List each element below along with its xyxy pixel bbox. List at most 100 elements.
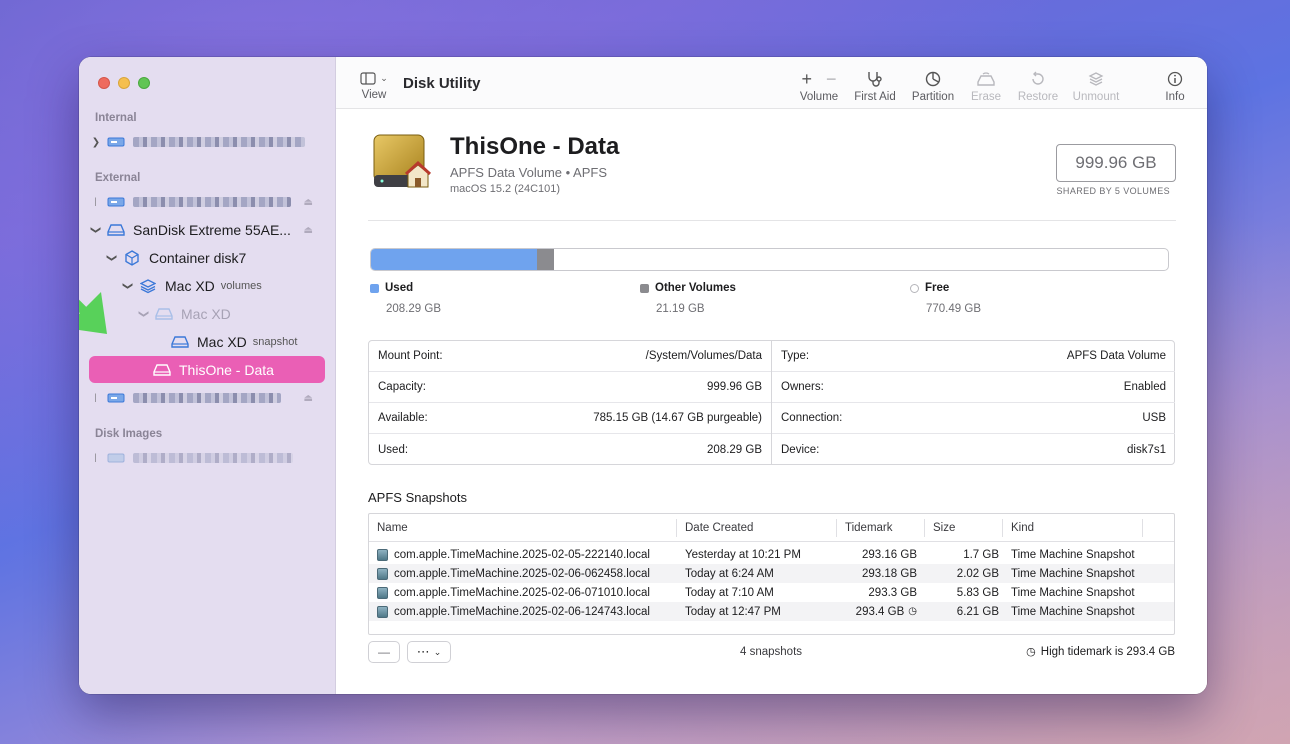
pie-chart-icon (925, 71, 941, 87)
internal-disk-icon (107, 135, 125, 149)
table-row[interactable]: com.apple.TimeMachine.2025-02-06-071010.… (369, 583, 1174, 602)
chevron-down-icon[interactable]: ❯ (89, 223, 103, 237)
snapshot-icon (377, 567, 388, 580)
sidebar-item-internal-disk[interactable]: ❯ (89, 129, 325, 155)
close-button[interactable] (98, 77, 110, 89)
unmount-icon (1088, 72, 1104, 86)
used-swatch (370, 283, 379, 293)
main-panel: ⌄ View Disk Utility + − Volume First Aid (336, 57, 1207, 694)
external-disk-icon (107, 391, 125, 405)
restore-button[interactable]: Restore (1016, 69, 1060, 103)
volume-info-table: Mount Point:/System/Volumes/Data Capacit… (368, 340, 1175, 465)
sidebar-item-sandisk[interactable]: ❯ SanDisk Extreme 55AE... ⏏ (89, 217, 325, 243)
add-icon[interactable]: + (801, 69, 812, 90)
volume-icon (155, 307, 173, 321)
external-drive-icon (107, 223, 125, 237)
blurred-disk-name (133, 393, 281, 403)
info-row: Owners: Enabled (772, 372, 1175, 403)
external-disk-icon (107, 195, 125, 209)
volume-icon (153, 363, 171, 377)
toolbar: ⌄ View Disk Utility + − Volume First Aid (336, 57, 1207, 109)
info-row: Used: 208.29 GB (378, 443, 762, 456)
remove-snapshot-button[interactable]: — (368, 641, 400, 663)
eject-icon[interactable]: ⏏ (304, 225, 313, 236)
unmount-button[interactable]: Unmount (1070, 69, 1122, 103)
sidebar-item-mac-xd-volumes[interactable]: ❯ Mac XD volumes (121, 273, 357, 299)
unmount-label: Unmount (1072, 91, 1120, 103)
erase-button[interactable]: Erase (968, 69, 1004, 103)
sidebar-item-container[interactable]: ❯ Container disk7 (105, 245, 341, 271)
snapshot-icon (377, 548, 388, 561)
sidebar-item-label: ThisOne - Data (179, 361, 274, 378)
snapshots-table: Name Date Created Tidemark Size Kind com… (368, 513, 1175, 635)
info-button[interactable]: Info (1158, 69, 1192, 103)
sidebar: Internal ❯ External │ ⏏ ❯ SanDisk Extrem… (79, 57, 336, 694)
partition-button[interactable]: Partition (910, 69, 956, 103)
table-row[interactable]: com.apple.TimeMachine.2025-02-06-124743.… (369, 602, 1174, 621)
first-aid-button[interactable]: First Aid (852, 69, 898, 103)
window-controls (98, 77, 150, 89)
sidebar-section-internal: Internal (95, 112, 137, 124)
remove-icon[interactable]: − (826, 69, 837, 90)
snapshot-actions-menu[interactable]: ⋯ ⌄ (407, 641, 451, 663)
first-aid-label: First Aid (854, 91, 896, 103)
sidebar-item-external-disk-1[interactable]: │ ⏏ (89, 189, 325, 215)
chevron-down-icon[interactable]: ❯ (121, 279, 135, 293)
usage-bar-other (537, 249, 554, 270)
stethoscope-icon (868, 72, 882, 87)
chevron-right-icon[interactable]: ❯ (89, 135, 103, 149)
column-header-kind[interactable]: Kind (1003, 518, 1143, 537)
legend-value: 21.19 GB (656, 303, 705, 315)
blurred-disk-name (133, 137, 305, 147)
snapshot-icon (377, 586, 388, 599)
table-row[interactable]: com.apple.TimeMachine.2025-02-05-222140.… (369, 545, 1174, 564)
table-row[interactable]: com.apple.TimeMachine.2025-02-06-062458.… (369, 564, 1174, 583)
info-row: Type: APFS Data Volume (772, 341, 1175, 372)
legend-value: 770.49 GB (926, 303, 981, 315)
info-label: Info (1165, 91, 1185, 103)
ellipsis-circle-icon: ⋯ (416, 644, 430, 659)
sidebar-section-disk-images: Disk Images (95, 428, 163, 440)
chevron-icon: │ (93, 454, 99, 462)
eject-icon[interactable]: ⏏ (304, 197, 313, 208)
minimize-button[interactable] (118, 77, 130, 89)
app-title: Disk Utility (403, 75, 481, 92)
column-header-date[interactable]: Date Created (677, 518, 837, 537)
restore-icon (1032, 71, 1044, 85)
sidebar-item-label: Mac XD (181, 306, 231, 322)
legend-label: Free (925, 282, 950, 294)
sidebar-item-thisone-data[interactable]: ThisOne - Data (89, 356, 325, 383)
volume-name: ThisOne - Data (450, 133, 620, 160)
info-row: Connection: USB (772, 403, 1175, 434)
sidebar-item-sublabel: volumes (220, 280, 262, 292)
sidebar-item-disk-image[interactable]: │ (89, 445, 325, 471)
clock-icon: ◷ (1026, 646, 1036, 658)
column-header-name[interactable]: Name (369, 518, 677, 537)
volume-subtitle: APFS Data Volume • APFS (450, 165, 608, 180)
table-header: Name Date Created Tidemark Size Kind (369, 514, 1174, 542)
sidebar-item-sublabel: snapshot (252, 336, 298, 348)
high-tidemark: ◷ High tidemark is 293.4 GB (1026, 645, 1175, 659)
zoom-button[interactable] (138, 77, 150, 89)
chevron-down-icon: ⌄ (380, 72, 388, 83)
view-button[interactable]: ⌄ View (356, 69, 392, 101)
disk-utility-window: Internal ❯ External │ ⏏ ❯ SanDisk Extrem… (79, 57, 1207, 694)
restore-label: Restore (1017, 91, 1059, 103)
sidebar-section-external: External (95, 172, 141, 184)
column-header-size[interactable]: Size (925, 518, 1003, 537)
eject-icon[interactable]: ⏏ (304, 393, 313, 404)
chevron-down-icon[interactable]: ❯ (137, 307, 151, 321)
info-row: Mount Point:/System/Volumes/Data (369, 341, 771, 372)
chevron-icon: │ (93, 394, 99, 402)
sidebar-item-external-disk-2[interactable]: │ ⏏ (89, 385, 325, 411)
blurred-disk-name (133, 453, 293, 463)
sidebar-item-label: SanDisk Extreme 55AE... (133, 222, 291, 238)
volume-drive-icon (373, 134, 432, 188)
other-swatch (640, 283, 649, 293)
column-header-tidemark[interactable]: Tidemark (837, 518, 925, 537)
volume-button[interactable]: + − Volume (796, 69, 842, 104)
erase-label: Erase (970, 91, 1002, 103)
sidebar-item-label: Container disk7 (149, 250, 247, 266)
blurred-disk-name (133, 197, 291, 207)
snapshot-icon (377, 605, 388, 618)
